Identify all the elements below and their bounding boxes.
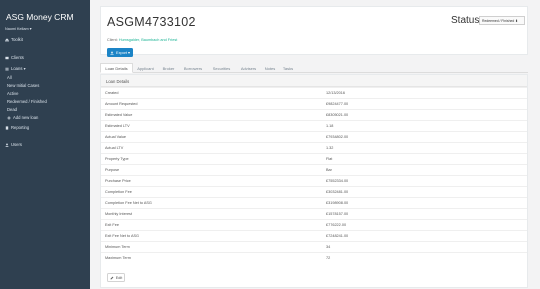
detail-row: Purchase Price £7552334.00: [101, 175, 527, 185]
detail-row: Estimated Value £8305021.00: [101, 109, 527, 119]
nav-loans-label: Loans ▾: [11, 66, 26, 71]
detail-value: £7934802.00: [326, 135, 349, 139]
detail-label: Actual LTV: [105, 146, 124, 150]
detail-value: £3198908.00: [326, 201, 349, 205]
detail-label: Property Type: [105, 157, 129, 161]
sidebar: ASG Money CRM Naomi Kellam ▾ Toolkit Cli…: [0, 0, 90, 289]
detail-value: Bar: [326, 168, 332, 172]
tab-securities[interactable]: Securities: [207, 63, 236, 73]
detail-row: Actual Value £7934802.00: [101, 131, 527, 141]
edit-button[interactable]: Edit: [107, 273, 125, 282]
home-icon: [5, 37, 9, 42]
detail-label: Exit Fee: [105, 223, 119, 227]
tab-advisers[interactable]: Advisers: [236, 63, 261, 73]
detail-value: 1.32: [326, 146, 334, 150]
detail-row: Estimated LTV 1.18: [101, 120, 527, 130]
detail-label: Completion Fee: [105, 190, 132, 194]
detail-label: Completion Fee Net to ASG: [105, 201, 152, 205]
add-new-loan-link[interactable]: Add new loan: [7, 115, 38, 120]
detail-row: Completion Fee Net to ASG £3198908.00: [101, 197, 527, 207]
detail-value: £7248241.00: [326, 234, 349, 238]
detail-label: Monthly Interest: [105, 212, 133, 216]
loans-item-new-initial[interactable]: New Initial Cases: [7, 83, 39, 88]
case-header-panel: ASGM4733102 Client: Humsgalder, Baumbach…: [100, 6, 528, 57]
plus-icon: [7, 115, 11, 120]
nav-reporting-label: Reporting: [11, 125, 30, 130]
detail-value: £9824477.00: [326, 102, 349, 106]
status-select[interactable]: Redeemed / Finished ⬍: [479, 16, 525, 25]
nav-toolkit[interactable]: Toolkit: [5, 37, 23, 42]
tab-broker[interactable]: Broker: [158, 63, 179, 73]
detail-value: Flat: [326, 157, 333, 161]
nav-toolkit-label: Toolkit: [11, 37, 23, 42]
detail-value: 34: [326, 245, 331, 249]
detail-value: £776222.00: [326, 223, 347, 227]
detail-label: Exit Fee Net to ASG: [105, 234, 139, 238]
export-button-label: Export ▾: [116, 51, 130, 55]
nav-users[interactable]: Users: [5, 142, 22, 147]
clients-icon: [5, 56, 9, 60]
detail-value: £8305021.00: [326, 113, 349, 117]
export-icon: [110, 50, 114, 55]
report-icon: [5, 125, 9, 130]
nav-loans[interactable]: Loans ▾: [5, 66, 26, 71]
detail-row: Actual LTV 1.32: [101, 142, 527, 152]
user-menu[interactable]: Naomi Kellam ▾: [5, 26, 32, 31]
detail-value: £7552334.00: [326, 179, 349, 183]
client-link[interactable]: Humsgalder, Baumbach and Friest: [119, 38, 177, 42]
detail-label: Created: [105, 91, 119, 95]
detail-label: Purpose: [105, 168, 120, 172]
tab-notes[interactable]: Notes: [261, 63, 279, 73]
nav-clients[interactable]: Clients: [5, 55, 24, 60]
client-prefix: Client:: [107, 38, 118, 42]
detail-row: Created 12/13/2016: [101, 87, 527, 97]
detail-value: £3032481.00: [326, 190, 349, 194]
detail-value: 12/13/2016: [326, 91, 346, 95]
tab-tasks[interactable]: Tasks: [279, 63, 297, 73]
detail-row: Purpose Bar: [101, 164, 527, 174]
loans-item-redeemed[interactable]: Redeemed / Finished: [7, 99, 47, 104]
edit-icon: [110, 276, 114, 280]
brand-title[interactable]: ASG Money CRM: [6, 12, 74, 22]
detail-label: Estimated Value: [105, 113, 133, 117]
detail-label: Minimum Term: [105, 245, 130, 249]
section-title: Loan Details: [101, 75, 527, 87]
case-id-title: ASGM4733102: [107, 15, 196, 29]
detail-label: Estimated LTV: [105, 124, 130, 128]
add-new-loan-label: Add new loan: [13, 115, 39, 120]
detail-label: Actual Value: [105, 135, 127, 139]
detail-value: £1578157.00: [326, 212, 349, 216]
tab-loan-details[interactable]: Loan Details: [100, 63, 133, 73]
nav-clients-label: Clients: [11, 55, 24, 60]
list-icon: [5, 67, 9, 71]
loans-item-all[interactable]: All: [7, 75, 12, 80]
status-label: Status:: [451, 15, 483, 26]
loan-details-panel: Loan Details Created 12/13/2016 Amount Re…: [100, 74, 528, 288]
detail-value: 72: [326, 256, 331, 260]
detail-row: Property Type Flat: [101, 153, 527, 163]
detail-row: Maximum Term 72: [101, 252, 527, 262]
detail-row: Completion Fee £3032481.00: [101, 186, 527, 196]
detail-label: Purchase Price: [105, 179, 131, 183]
user-icon: [5, 143, 9, 147]
tab-borrowers[interactable]: Borrowers: [179, 63, 207, 73]
nav-users-label: Users: [11, 142, 22, 147]
detail-label: Maximum Term: [105, 256, 131, 260]
detail-label: Amount Requested: [105, 102, 138, 106]
nav-reporting[interactable]: Reporting: [5, 125, 29, 130]
edit-button-label: Edit: [115, 275, 123, 280]
client-line: Client: Humsgalder, Baumbach and Friest: [107, 38, 177, 42]
loan-tabs: Loan Details Applicant Broker Borrowers …: [100, 63, 528, 73]
detail-row: Amount Requested £9824477.00: [101, 98, 527, 108]
detail-value: 1.18: [326, 124, 334, 128]
loans-item-dead[interactable]: Dead: [7, 107, 17, 112]
tab-applicant[interactable]: Applicant: [133, 63, 158, 73]
detail-row: Minimum Term 34: [101, 241, 527, 251]
loans-item-active[interactable]: Active: [7, 91, 18, 96]
detail-row: Monthly Interest £1578157.00: [101, 208, 527, 218]
detail-row: Exit Fee Net to ASG £7248241.00: [101, 230, 527, 240]
export-button[interactable]: Export ▾: [107, 48, 133, 57]
detail-row: Exit Fee £776222.00: [101, 219, 527, 229]
